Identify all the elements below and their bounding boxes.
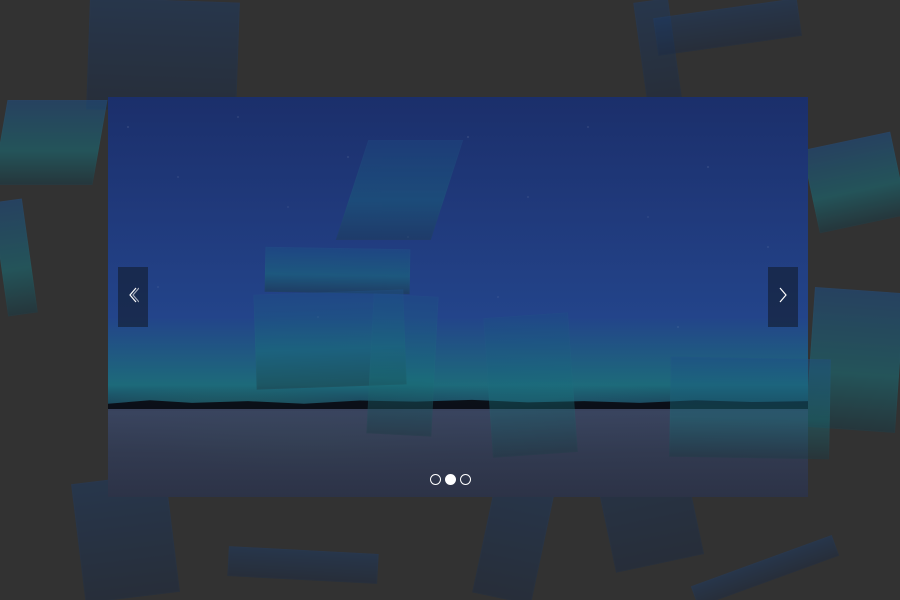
- transition-shard: [483, 312, 578, 458]
- transition-shard: [802, 131, 900, 234]
- slider-stage: [0, 0, 900, 600]
- slide-bullet-2[interactable]: [444, 474, 456, 485]
- transition-shard: [690, 535, 840, 600]
- chevron-left-icon: [127, 286, 140, 309]
- next-slide-button[interactable]: [768, 267, 798, 327]
- slide-bullet-1[interactable]: [429, 474, 441, 485]
- slide-pagination: [0, 474, 900, 485]
- prev-slide-button[interactable]: [118, 267, 148, 327]
- transition-shard: [264, 246, 411, 295]
- transition-shard: [669, 356, 831, 460]
- transition-shard: [227, 546, 379, 584]
- transition-shard: [366, 293, 439, 437]
- transition-shard: [0, 198, 38, 317]
- transition-shard: [0, 100, 108, 185]
- transition-shard: [653, 0, 802, 56]
- slide-bullet-3[interactable]: [459, 474, 471, 485]
- chevron-right-icon: [777, 286, 789, 309]
